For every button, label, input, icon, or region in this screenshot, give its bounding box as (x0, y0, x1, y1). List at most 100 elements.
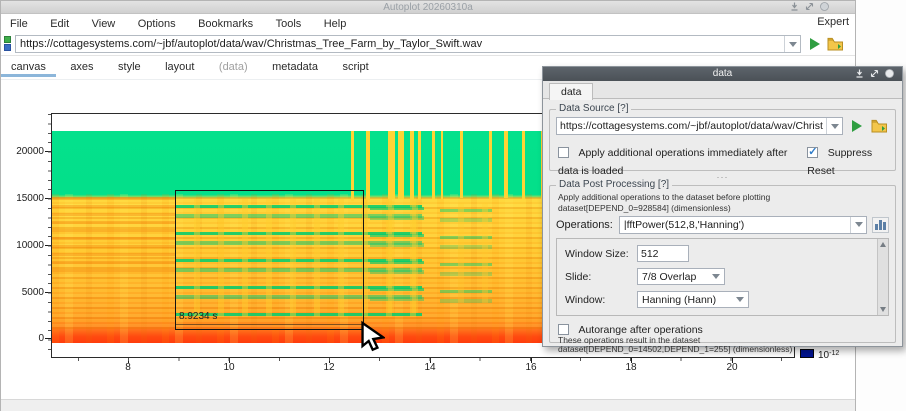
play-icon (810, 38, 820, 50)
y-tick-label: 5000 (2, 287, 44, 298)
y-tick-label: 15000 (2, 193, 44, 204)
x-tick-label: 12 (316, 362, 342, 373)
resize-icon[interactable] (870, 69, 879, 78)
plot-go-button[interactable] (806, 35, 823, 53)
tab-axes[interactable]: axes (60, 57, 103, 76)
dialog-go-button[interactable] (848, 117, 866, 135)
slide-select[interactable]: 7/8 Overlap (637, 268, 725, 285)
tab-data[interactable]: (data) (209, 57, 258, 76)
spectrogram-spike (418, 131, 421, 200)
resize-icon[interactable] (805, 2, 814, 11)
dialog-url-input[interactable] (557, 118, 826, 134)
slide-value: 7/8 Overlap (642, 271, 696, 283)
selection-box[interactable]: 8.9234 s (175, 190, 364, 330)
input-dataset-label: dataset[DEPEND_0=928584] (dimensionless) (558, 203, 731, 213)
tab-metadata[interactable]: metadata (262, 57, 328, 76)
x-tick-label: 18 (618, 362, 644, 373)
chevron-down-icon (855, 222, 863, 227)
operations-editor-button[interactable] (872, 217, 889, 233)
dialog-url-dropdown-button[interactable] (826, 118, 842, 134)
data-dialog: data data Data Source [?] (542, 66, 903, 347)
menu-tools[interactable]: Tools (267, 16, 311, 30)
address-combo (15, 35, 801, 53)
colorbar-base: 10 (818, 350, 829, 361)
play-icon (852, 120, 862, 132)
scrollbar[interactable] (877, 239, 888, 315)
window-row: Window: Hanning (Hann) (565, 291, 749, 308)
operations-row: Operations: |fftPower(512,8,'Hanning') (556, 215, 889, 234)
address-input[interactable] (16, 36, 784, 52)
menu-bar: File Edit View Options Bookmarks Tools H… (1, 14, 855, 32)
spectrogram-spike (504, 131, 508, 198)
scroll-down-icon[interactable] (880, 307, 886, 312)
menu-options[interactable]: Options (129, 16, 185, 30)
menu-edit[interactable]: Edit (41, 16, 78, 30)
post-processing-legend: Data Post Processing [?] (556, 179, 672, 190)
window-title: Autoplot 20260310a (383, 2, 473, 13)
y-tick-label: 20000 (2, 146, 44, 157)
chevron-down-icon (831, 124, 839, 129)
menu-bookmarks[interactable]: Bookmarks (189, 16, 262, 30)
expert-mode-label[interactable]: Expert (817, 16, 849, 28)
close-icon[interactable] (820, 2, 829, 11)
data-source-legend: Data Source [?] (556, 103, 631, 114)
folder-icon (826, 35, 845, 53)
selection-baseline (176, 324, 363, 325)
chevron-down-icon (789, 42, 797, 47)
window-titlebar[interactable]: Autoplot 20260310a (1, 1, 855, 14)
checkbox-unchecked-icon[interactable] (558, 324, 569, 335)
tab-layout[interactable]: layout (155, 57, 204, 76)
colorbar-min-label: 10-12 (818, 350, 839, 361)
post-description: Apply additional operations to the datas… (558, 192, 770, 202)
window-size-input[interactable] (637, 245, 689, 262)
dialog-titlebar[interactable]: data (543, 67, 902, 81)
window-size-label: Window Size: (565, 248, 637, 260)
operations-dropdown-button[interactable] (850, 217, 866, 233)
y-tick-label: 10000 (2, 240, 44, 251)
dialog-tab-bar: data (543, 81, 902, 99)
spectrogram-spike (489, 131, 492, 199)
x-tick-label: 10 (216, 362, 242, 373)
pin-icon[interactable] (790, 2, 799, 11)
dialog-title: data (713, 68, 732, 79)
checkbox-unchecked-icon[interactable] (558, 147, 569, 158)
address-dropdown-button[interactable] (784, 36, 800, 52)
menu-view[interactable]: View (83, 16, 125, 30)
spectrogram-spike (410, 131, 414, 199)
dialog-titlebar-icons (855, 69, 894, 78)
selection-time-label: 8.9234 s (179, 311, 217, 322)
status-bar (1, 399, 855, 411)
bar-chart-icon (875, 224, 878, 230)
tab-script[interactable]: script (332, 57, 378, 76)
pin-icon[interactable] (855, 69, 864, 78)
dialog-tab-data[interactable]: data (549, 83, 593, 100)
close-icon[interactable] (885, 69, 894, 78)
y-minor-ticks (48, 114, 51, 357)
scroll-up-icon[interactable] (880, 242, 886, 247)
spectrogram-spike (441, 131, 443, 199)
dialog-url-combo (556, 117, 843, 135)
colorbar-min-swatch (800, 349, 814, 358)
dialog-open-file-button[interactable] (870, 117, 889, 135)
address-toolbar (1, 32, 855, 56)
x-tick-label: 16 (518, 362, 544, 373)
window-size-row: Window Size: (565, 245, 689, 262)
window-value: Hanning (Hann) (642, 294, 716, 306)
operations-combo[interactable]: |fftPower(512,8,'Hanning') (619, 216, 867, 234)
open-file-button[interactable] (826, 35, 845, 53)
x-minor-ticks (52, 358, 794, 361)
result-dataset-label: dataset[DEPEND_0=14502,DEPEND_1=255] (di… (558, 344, 792, 354)
slide-row: Slide: 7/8 Overlap (565, 268, 725, 285)
tab-style[interactable]: style (108, 57, 151, 76)
window-select[interactable]: Hanning (Hann) (637, 291, 749, 308)
mouse-cursor-icon (359, 320, 385, 352)
spectrogram-green-patch (440, 203, 492, 303)
checkbox-checked-icon[interactable] (807, 147, 818, 158)
spectrogram-spike (432, 131, 435, 199)
menu-help[interactable]: Help (315, 16, 356, 30)
menu-file[interactable]: File (1, 16, 37, 30)
dialog-body: Data Source [?] (543, 99, 902, 346)
tab-canvas[interactable]: canvas (1, 57, 56, 76)
post-processing-group: Data Post Processing [?] Apply additiona… (549, 185, 896, 343)
operation-settings-panel: Window Size: Slide: 7/8 Overlap Window: (556, 238, 889, 316)
